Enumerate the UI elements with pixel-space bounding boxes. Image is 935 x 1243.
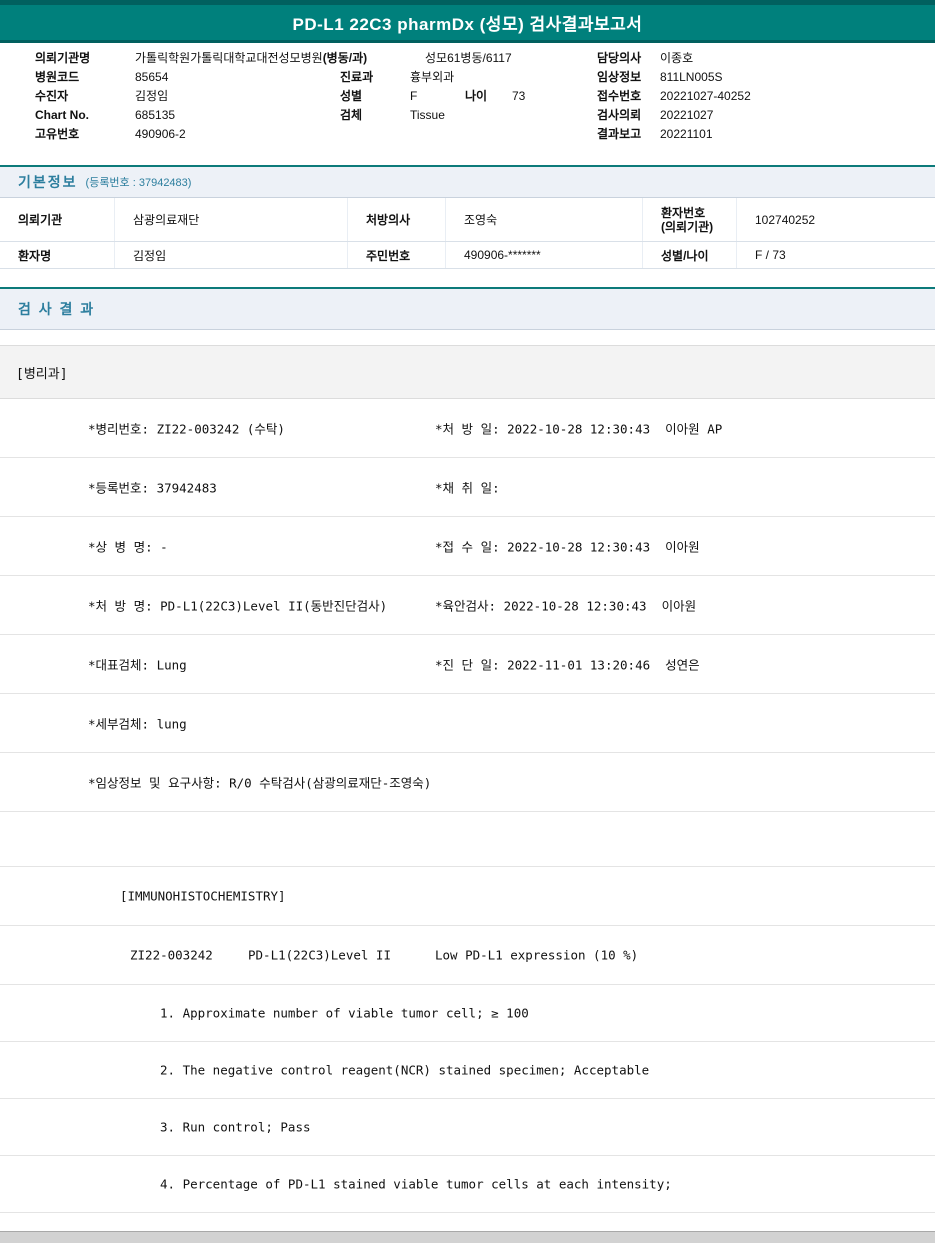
report-blank-line (0, 812, 935, 867)
label-clinical-info: 임상정보 (597, 70, 642, 84)
ihc-item: 1. Approximate number of viable tumor ce… (0, 985, 935, 1042)
ihc-item: 4. Percentage of PD-L1 stained viable tu… (0, 1156, 935, 1213)
label-examinee: 수진자 (35, 89, 69, 103)
report-line: *대표검체: Lung *진 단 일: 2022-11-01 13:20:46 … (0, 635, 935, 694)
pathology-report: *병리번호: ZI22-003242 (수탁) *처 방 일: 2022-10-… (0, 399, 935, 1213)
test-results-section-header: 검 사 결 과 (0, 287, 935, 330)
label-patient-no: 환자번호 (661, 205, 706, 220)
section-title-test-results: 검 사 결 과 (18, 301, 96, 317)
value-examinee: 김정임 (135, 89, 169, 103)
label-accession-no: 접수번호 (597, 89, 642, 103)
report-line-right: *접 수 일: 2022-10-28 12:30:43 이아원 (435, 539, 700, 555)
ihc-item: 3. Run control; Pass (0, 1099, 935, 1156)
report-line: *세부검체: lung (0, 694, 935, 753)
label-report-date: 결과보고 (597, 127, 642, 141)
value-age: 73 (512, 89, 526, 103)
ihc-specimen-no: ZI22-003242 (130, 947, 213, 963)
department-band: [병리과] (0, 345, 935, 399)
ihc-test-name: PD-L1(22C3)Level II (248, 947, 391, 963)
report-line-left: *임상정보 및 요구사항: R/0 수탁검사(삼광의료재단-조영숙) (88, 775, 432, 791)
report-page: PD-L1 22C3 pharmDx (성모) 검사결과보고서 의뢰기관명 가톨… (0, 0, 935, 1243)
report-line-right: *육안검사: 2022-10-28 12:30:43 이아원 (435, 598, 697, 614)
ihc-result-line: ZI22-003242 PD-L1(22C3)Level II Low PD-L… (0, 926, 935, 985)
label-request-date: 검사의뢰 (597, 108, 642, 122)
label-specimen: 검체 (340, 108, 363, 122)
report-line: *임상정보 및 요구사항: R/0 수탁검사(삼광의료재단-조영숙) (0, 753, 935, 812)
report-line-left: *처 방 명: PD-L1(22C3)Level II(동반진단검사) (88, 598, 388, 614)
page-title: PD-L1 22C3 pharmDx (성모) 검사결과보고서 (292, 15, 643, 34)
value-hospital-code: 85654 (135, 70, 169, 84)
label-chart-no: Chart No. (35, 108, 89, 122)
report-line-right: *처 방 일: 2022-10-28 12:30:43 이아원 AP (435, 421, 723, 437)
value-request-date: 20221027 (660, 108, 714, 122)
ihc-header-text: [IMMUNOHISTOCHEMISTRY] (120, 888, 286, 904)
department-name: [병리과] (16, 366, 68, 382)
section-title-basic-info: 기본정보 (18, 174, 78, 190)
report-line-left: *세부검체: lung (88, 716, 187, 732)
report-line-right: *채 취 일: (435, 480, 500, 496)
value-patient-no-org: 102740252 (755, 212, 816, 227)
value-unique-no: 490906-2 (135, 127, 186, 141)
value-sex: F (410, 89, 418, 103)
order-info-block: 의뢰기관명 가톨릭학원가톨릭대학교대전성모병원(병동/과) 성모61병동/611… (0, 43, 935, 165)
label-prescribing-doctor: 처방의사 (348, 198, 446, 241)
label-hospital-code: 병원코드 (35, 70, 80, 84)
label-patient-no-suffix: (의뢰기관) (661, 219, 714, 234)
horizontal-scrollbar[interactable] (0, 1231, 935, 1243)
value-patient-name: 김정임 (115, 242, 348, 268)
value-chart-no: 685135 (135, 108, 176, 122)
label-unique-no: 고유번호 (35, 127, 80, 141)
report-line-right: *진 단 일: 2022-11-01 13:20:46 성연은 (435, 657, 700, 673)
label-patient-no-org: 환자번호 (의뢰기관) (643, 198, 737, 241)
ihc-item-text: 2. The negative control reagent(NCR) sta… (160, 1062, 650, 1078)
ihc-item-text: 3. Run control; Pass (160, 1119, 311, 1135)
value-accession-no: 20221027-40252 (660, 89, 751, 103)
ihc-item-text: 4. Percentage of PD-L1 stained viable tu… (160, 1176, 672, 1192)
basic-info-section-header: 기본정보 (등록번호 : 37942483) (0, 165, 935, 198)
table-row: 의뢰기관 삼광의료재단 처방의사 조영숙 환자번호 (의뢰기관) 1027402… (0, 198, 935, 242)
value-department: 흉부외과 (410, 70, 455, 84)
label-sex-age: 성별/나이 (643, 242, 737, 268)
basic-info-table: 의뢰기관 삼광의료재단 처방의사 조영숙 환자번호 (의뢰기관) 1027402… (0, 198, 935, 269)
value-specimen: Tissue (410, 108, 445, 122)
requesting-org-name: 가톨릭학원가톨릭대학교대전성모병원 (135, 51, 323, 65)
report-line: *등록번호: 37942483 *채 취 일: (0, 458, 935, 517)
ihc-section-header: [IMMUNOHISTOCHEMISTRY] (0, 867, 935, 926)
label-resident-no: 주민번호 (348, 242, 446, 268)
report-title-bar: PD-L1 22C3 pharmDx (성모) 검사결과보고서 (0, 5, 935, 43)
label-ward-dept: (병동/과) (322, 51, 368, 65)
report-line: *상 병 명: - *접 수 일: 2022-10-28 12:30:43 이아… (0, 517, 935, 576)
report-line-left: *대표검체: Lung (88, 657, 187, 673)
label-requesting-org-name: 의뢰기관명 (35, 51, 91, 65)
value-resident-no: 490906-******* (446, 242, 643, 268)
ihc-item: 2. The negative control reagent(NCR) sta… (0, 1042, 935, 1099)
label-department: 진료과 (340, 70, 374, 84)
label-requesting-org: 의뢰기관 (0, 198, 115, 241)
label-attending-doctor: 담당의사 (597, 51, 642, 65)
value-sex-age: F / 73 (755, 248, 786, 262)
registration-number: (등록번호 : 37942483) (85, 177, 192, 189)
ihc-item-text: 1. Approximate number of viable tumor ce… (160, 1005, 529, 1021)
report-line: *처 방 명: PD-L1(22C3)Level II(동반진단검사) *육안검… (0, 576, 935, 635)
value-requesting-org: 삼광의료재단 (115, 198, 348, 241)
report-line-left: *병리번호: ZI22-003242 (수탁) (88, 421, 285, 437)
label-patient-name: 환자명 (0, 242, 115, 268)
label-sex: 성별 (340, 89, 363, 103)
report-line-left: *등록번호: 37942483 (88, 480, 217, 496)
label-age: 나이 (465, 89, 488, 103)
table-row: 환자명 김정임 주민번호 490906-******* 성별/나이 F / 73 (0, 242, 935, 269)
value-ward-dept: 성모61병동/6117 (425, 51, 512, 65)
value-attending-doctor: 이종호 (660, 51, 694, 65)
value-report-date: 20221101 (660, 127, 713, 141)
report-line: *병리번호: ZI22-003242 (수탁) *처 방 일: 2022-10-… (0, 399, 935, 458)
value-prescribing-doctor: 조영숙 (446, 198, 643, 241)
ihc-result-value: Low PD-L1 expression (10 %) (435, 947, 639, 963)
value-clinical-info: 811LN005S (660, 70, 723, 84)
report-line-left: *상 병 명: - (88, 539, 168, 555)
value-requesting-org-name: 가톨릭학원가톨릭대학교대전성모병원(병동/과) (135, 51, 367, 66)
